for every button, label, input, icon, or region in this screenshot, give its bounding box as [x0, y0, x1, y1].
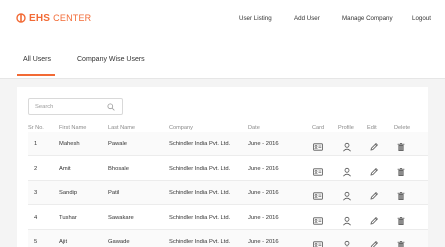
cell-sr: 3	[34, 190, 38, 196]
col-header-delete: Delete	[394, 125, 411, 131]
user-profile-icon[interactable]	[342, 139, 352, 152]
id-card-icon[interactable]	[313, 164, 323, 176]
nav-manage-company[interactable]: Manage Company	[342, 15, 393, 22]
trash-delete-icon[interactable]	[396, 237, 406, 247]
tab-all-users[interactable]: All Users	[23, 56, 51, 63]
col-header-profile: Profile	[338, 125, 354, 131]
user-profile-icon[interactable]	[342, 213, 352, 226]
col-header-date[interactable]: Date	[248, 125, 260, 131]
cell-first: Amit	[59, 166, 71, 172]
cell-date: June - 2016	[248, 166, 279, 172]
table-row: 2 Amit Bhosale Schindler India Pvt. Ltd. Jun…	[28, 157, 428, 181]
cell-first: Sandip	[59, 190, 78, 196]
active-tab-indicator	[17, 74, 55, 76]
cell-date: June - 2016	[248, 190, 279, 196]
search-icon[interactable]	[107, 103, 115, 111]
cell-sr: 2	[34, 166, 38, 172]
trash-delete-icon[interactable]	[396, 213, 406, 225]
search-input[interactable]	[35, 102, 105, 112]
cell-last: Pawale	[108, 141, 128, 147]
ehs-center-logo[interactable]: EHS CENTER	[16, 11, 91, 25]
top-navbar: EHS CENTER User Listing Add User Manage …	[0, 0, 445, 39]
logo-text-strong: EHS	[29, 12, 51, 24]
id-card-icon[interactable]	[313, 213, 323, 225]
nav-add-user[interactable]: Add User	[294, 15, 320, 22]
user-profile-icon[interactable]	[342, 237, 352, 247]
table-row: 1 Mahesh Pawale Schindler India Pvt. Ltd. Ju…	[28, 132, 428, 156]
trash-delete-icon[interactable]	[396, 188, 406, 200]
nav-user-listing[interactable]: User Listing	[239, 15, 272, 22]
cell-date: June - 2016	[248, 215, 279, 221]
table-row: 3 Sandip Patil Schindler India Pvt. Ltd. Jun…	[28, 181, 428, 205]
cell-company: Schindler India Pvt. Ltd.	[169, 190, 231, 196]
trash-delete-icon[interactable]	[396, 164, 406, 176]
col-header-last-name[interactable]: Last Name	[108, 125, 135, 131]
cell-company: Schindler India Pvt. Ltd.	[169, 239, 231, 245]
col-header-company[interactable]: Company	[169, 125, 193, 131]
col-header-card: Card	[312, 125, 325, 131]
cell-first: Mahesh	[59, 141, 80, 147]
cell-first: Tushar	[59, 215, 77, 221]
cell-sr: 5	[34, 239, 38, 245]
col-header-first-name[interactable]: First Name	[59, 125, 86, 131]
cell-company: Schindler India Pvt. Ltd.	[169, 215, 231, 221]
nav-logout[interactable]: Logout	[412, 15, 431, 22]
tab-company-wise-users[interactable]: Company Wise Users	[77, 56, 145, 63]
cell-last: Sawakare	[108, 215, 134, 221]
cell-last: Patil	[108, 190, 120, 196]
cell-date: June - 2016	[248, 239, 279, 245]
user-profile-icon[interactable]	[342, 188, 352, 201]
logo-text-light: CENTER	[53, 13, 92, 23]
pencil-edit-icon[interactable]	[369, 164, 379, 176]
col-header-edit: Edit	[367, 125, 377, 131]
id-card-icon[interactable]	[313, 237, 323, 247]
cell-date: June - 2016	[248, 141, 279, 147]
cell-sr: 4	[34, 215, 38, 221]
pencil-edit-icon[interactable]	[369, 213, 379, 225]
pencil-edit-icon[interactable]	[369, 188, 379, 200]
cell-company: Schindler India Pvt. Ltd.	[169, 141, 231, 147]
user-profile-icon[interactable]	[342, 164, 352, 177]
id-card-icon[interactable]	[313, 188, 323, 200]
trash-delete-icon[interactable]	[396, 139, 406, 151]
cell-first: Ajit	[59, 239, 68, 245]
pencil-edit-icon[interactable]	[369, 139, 379, 151]
cell-company: Schindler India Pvt. Ltd.	[169, 166, 231, 172]
table-row: 4 Tushar Sawakare Schindler India Pvt. Ltd.…	[28, 206, 428, 230]
cell-last: Bhosale	[108, 166, 129, 172]
id-card-icon[interactable]	[313, 139, 323, 151]
col-header-sr-no: Sr No.	[28, 125, 44, 131]
search-box[interactable]	[28, 98, 123, 115]
cell-sr: 1	[34, 141, 38, 147]
tabs-bar: All Users Company Wise Users	[0, 39, 445, 79]
logo-icon	[16, 13, 26, 23]
table-row: 5 Ajit Gawade Schindler India Pvt. Ltd. June…	[28, 230, 428, 247]
pencil-edit-icon[interactable]	[369, 237, 379, 247]
cell-last: Gawade	[108, 239, 130, 245]
